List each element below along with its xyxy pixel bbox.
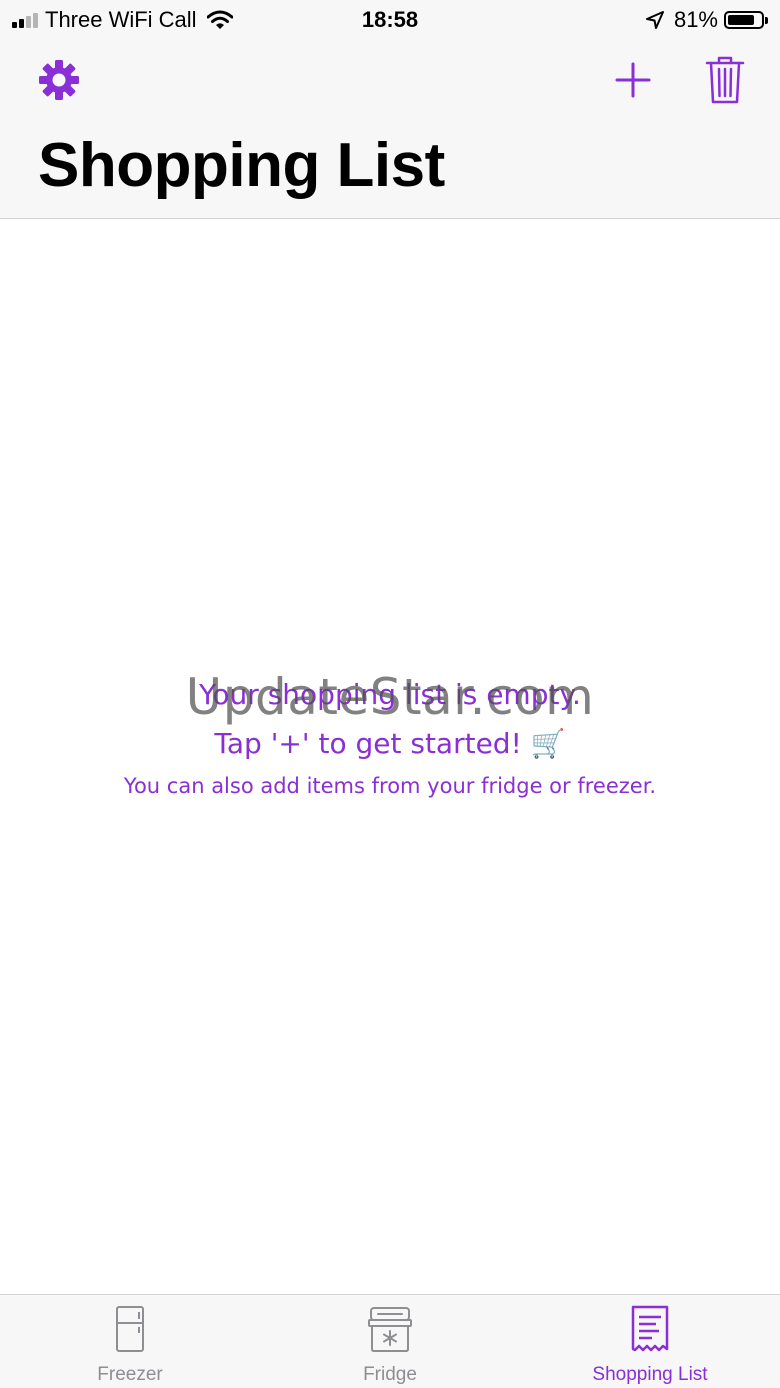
shopping-list-content: Your shopping list is empty. Tap '+' to …	[0, 219, 780, 1294]
receipt-icon	[631, 1305, 669, 1352]
location-arrow-icon	[645, 11, 664, 29]
status-bar: Three WiFi Call 18:58 81%	[0, 0, 780, 40]
add-item-button[interactable]	[610, 57, 656, 103]
tab-freezer-label: Freezer	[97, 1364, 163, 1385]
trash-icon	[705, 56, 745, 104]
empty-state-hint-text: Tap '+' to get started!	[214, 727, 522, 760]
empty-state: Your shopping list is empty. Tap '+' to …	[0, 675, 780, 801]
freezer-icon	[116, 1306, 144, 1352]
tab-freezer[interactable]: Freezer	[0, 1295, 260, 1388]
tab-shopping-list-label: Shopping List	[592, 1364, 708, 1385]
battery-tip	[765, 16, 768, 24]
tab-fridge[interactable]: Fridge	[260, 1295, 520, 1388]
page-title: Shopping List	[38, 131, 445, 200]
empty-state-title: Your shopping list is empty.	[199, 678, 581, 711]
battery-percent: 81%	[673, 7, 718, 32]
navigation-bar: Shopping List	[0, 40, 780, 219]
status-right: 81%	[645, 6, 768, 34]
tab-bar: Freezer Fridge Shopping List	[0, 1294, 780, 1388]
empty-state-subtext: You can also add items from your fridge …	[123, 774, 657, 798]
settings-button[interactable]	[36, 57, 82, 103]
battery-level	[728, 15, 754, 25]
plus-icon	[615, 62, 651, 98]
tab-fridge-label: Fridge	[363, 1364, 417, 1385]
tab-shopping-list[interactable]: Shopping List	[520, 1295, 780, 1388]
empty-state-hint: Tap '+' to get started! 🛒	[0, 723, 780, 765]
fridge-icon	[368, 1307, 412, 1352]
shopping-cart-icon: 🛒	[530, 727, 566, 760]
delete-button[interactable]	[702, 54, 748, 106]
gear-icon	[39, 60, 79, 100]
battery-icon	[724, 11, 764, 29]
